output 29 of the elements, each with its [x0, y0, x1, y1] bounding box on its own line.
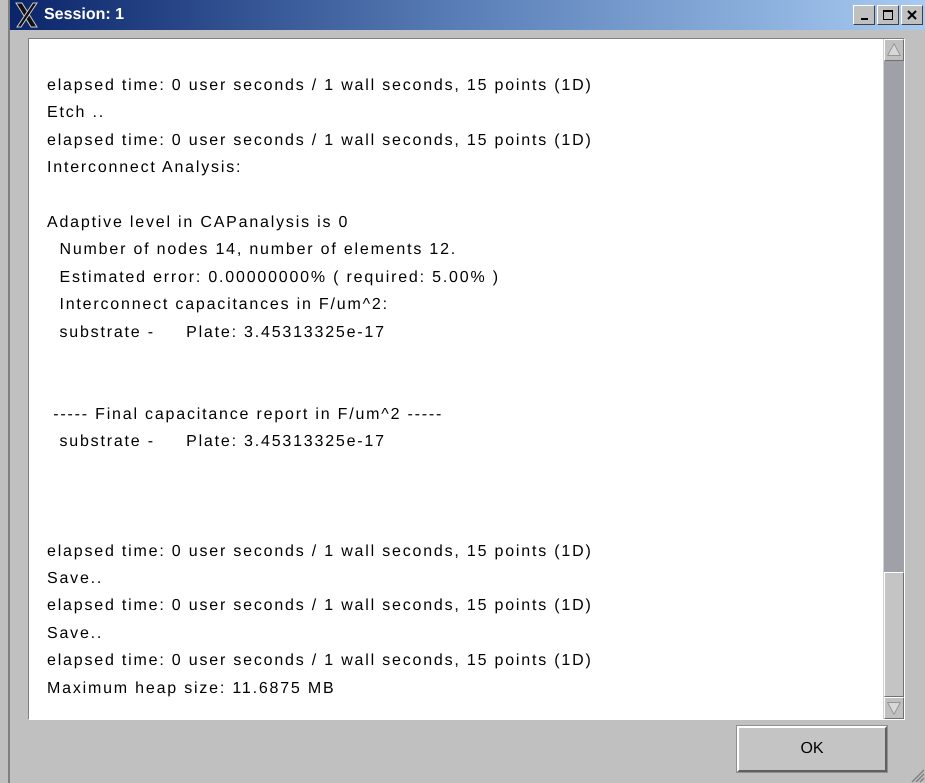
- log-line: Interconnect Analysis:: [47, 158, 244, 178]
- scrollbar[interactable]: [883, 39, 904, 719]
- log-line: substrate - Plate: 3.45313325e-17: [58, 322, 387, 343]
- x-logo-icon: [14, 2, 40, 28]
- minimize-icon: [860, 18, 868, 20]
- close-button[interactable]: [901, 5, 923, 25]
- log-line: Save..: [47, 569, 104, 590]
- log-line: Number of nodes 14, number of elements 12.: [58, 240, 458, 260]
- close-icon: [907, 10, 917, 20]
- log-line: Etch ..: [47, 103, 106, 124]
- log-line: elapsed time: 0 user seconds / 1 wall seconds, 15 points (1D): [47, 651, 594, 672]
- log-line: Save..: [47, 624, 104, 644]
- maximize-icon: [882, 9, 894, 21]
- window-title: Session: 1: [44, 6, 126, 24]
- resize-grip-icon[interactable]: [909, 767, 925, 783]
- log-line: substrate - Plate: 3.45313325e-17: [58, 432, 387, 452]
- scrollbar-thumb[interactable]: [884, 572, 904, 697]
- log-line: ----- Final capacitance report in F/um^2 -----: [52, 404, 444, 425]
- log-line: elapsed time: 0 user seconds / 1 wall seconds, 15 points (1D): [47, 596, 594, 616]
- log-line: elapsed time: 0 user seconds / 1 wall seconds, 15 points (1D): [47, 76, 594, 96]
- log-line: Interconnect capacitances in F/um^2:: [58, 295, 390, 316]
- log-line: Adaptive level in CAPanalysis is 0: [47, 212, 350, 233]
- minimize-button[interactable]: [853, 5, 875, 25]
- maximize-button[interactable]: [877, 5, 899, 25]
- log-line: elapsed time: 0 user seconds / 1 wall seconds, 15 points (1D): [47, 542, 594, 562]
- log-line: elapsed time: 0 user seconds / 1 wall seconds, 15 points (1D): [47, 130, 594, 151]
- log-line: Estimated error: 0.00000000% ( required: 5.00% ): [58, 268, 501, 288]
- ok-button[interactable]: OK: [737, 726, 887, 772]
- log-line: Maximum heap size: 11.6875 MB: [47, 678, 336, 699]
